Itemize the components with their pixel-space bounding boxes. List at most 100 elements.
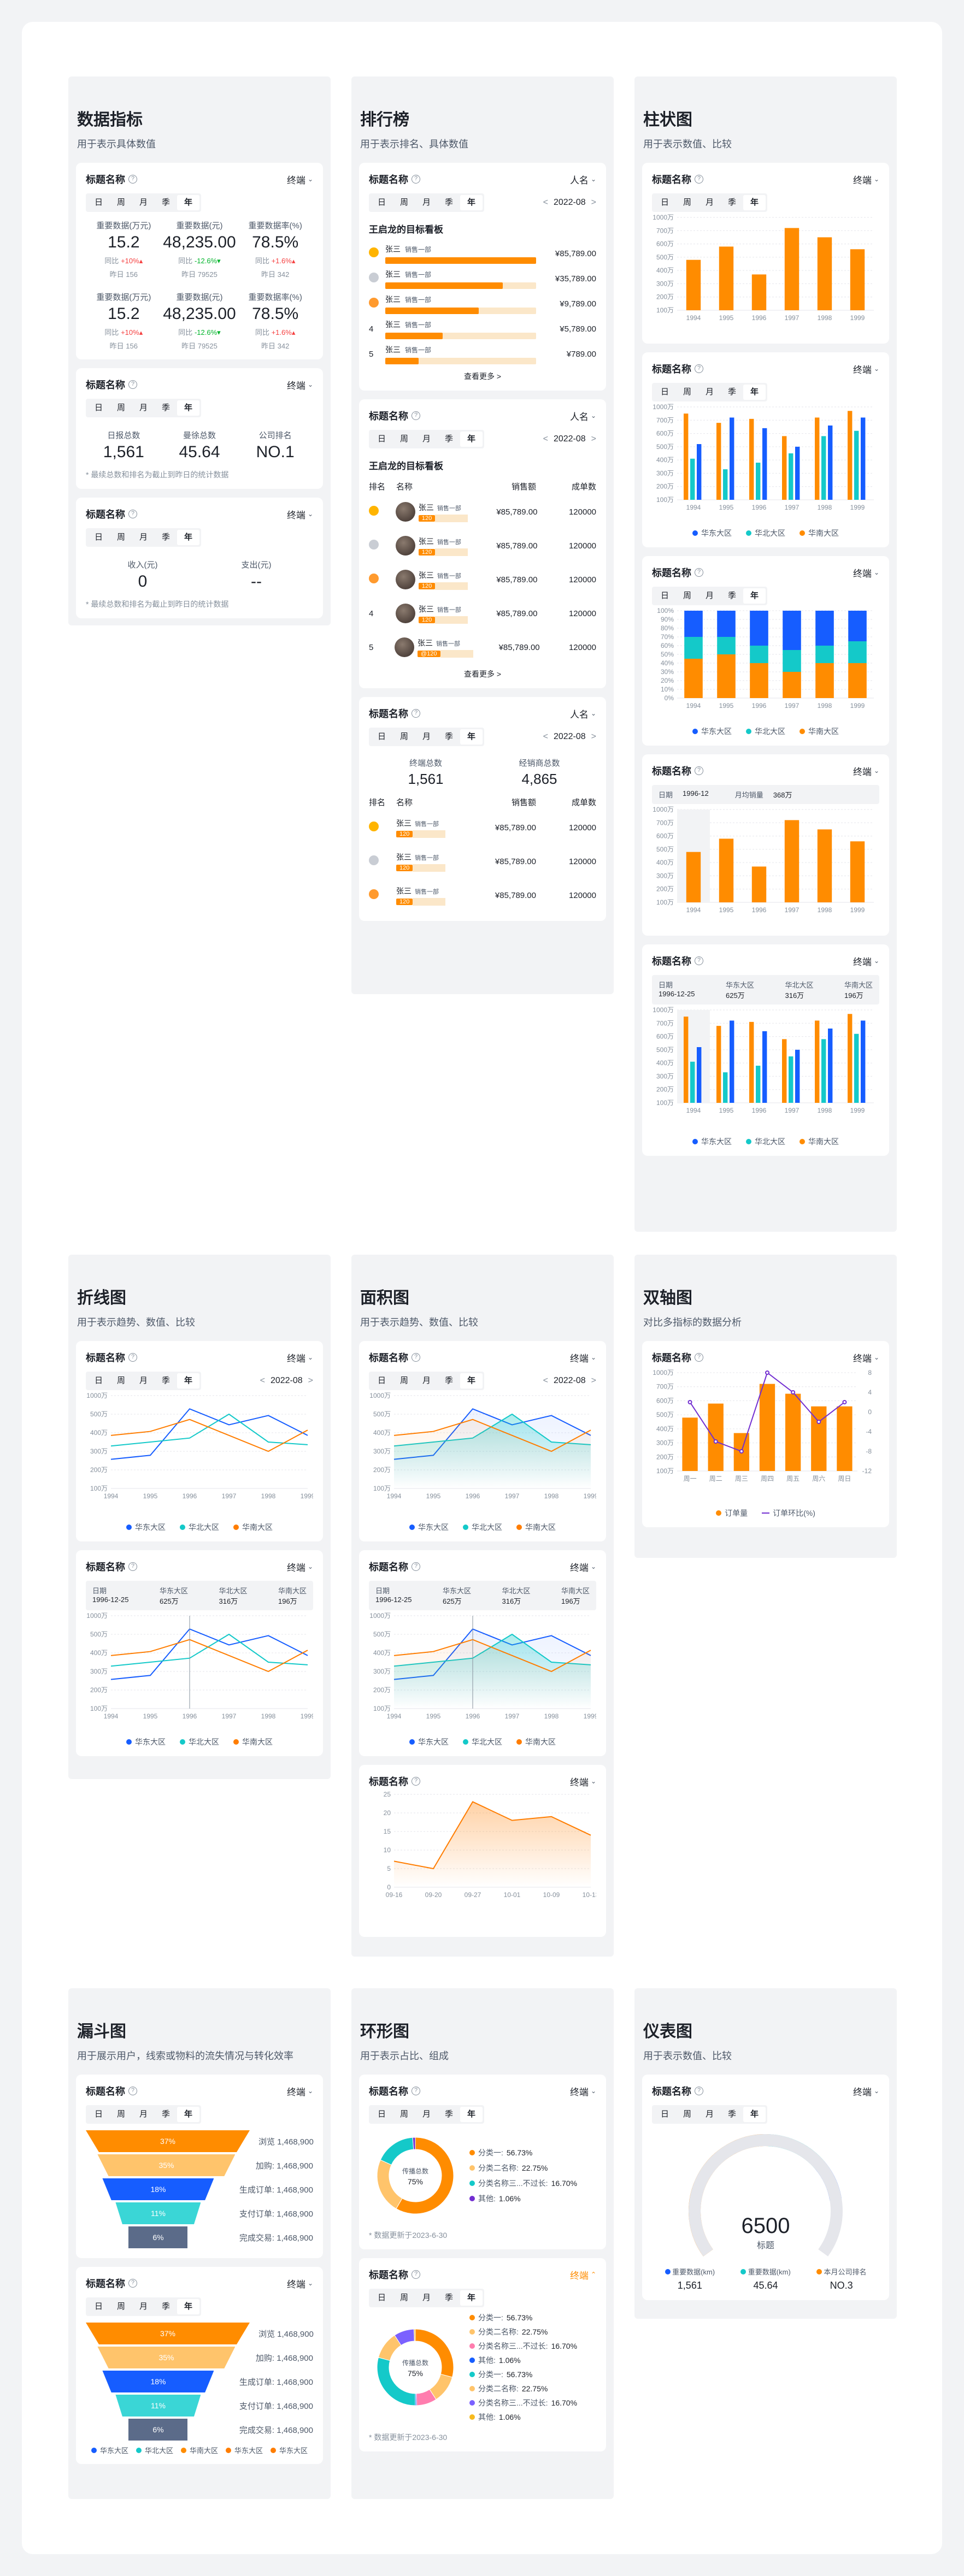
help-icon[interactable]: ? bbox=[695, 568, 703, 577]
next-arrow-icon[interactable]: > bbox=[591, 198, 596, 208]
table-row[interactable]: 张三 销售一部 120 ¥85,789.00 120000 bbox=[369, 529, 596, 563]
tab-day[interactable]: 日 bbox=[371, 2290, 393, 2306]
tab-year[interactable]: 年 bbox=[460, 195, 483, 210]
tab-week[interactable]: 周 bbox=[110, 2299, 132, 2314]
legend-item[interactable]: 华南大区 bbox=[516, 1736, 556, 1747]
legend-item[interactable]: 分类名称三...不过长: 16.70% bbox=[469, 2396, 577, 2410]
funnel-step[interactable]: 35% 加购: 1,468,900 bbox=[86, 2345, 313, 2370]
help-icon[interactable]: ? bbox=[128, 2279, 137, 2288]
tab-year[interactable]: 年 bbox=[460, 432, 483, 447]
tab-month[interactable]: 月 bbox=[415, 2107, 438, 2122]
legend-item[interactable]: 华南大区 bbox=[800, 528, 839, 539]
tab-week[interactable]: 周 bbox=[110, 195, 132, 210]
help-icon[interactable]: ? bbox=[412, 2270, 420, 2279]
tab-quarter[interactable]: 季 bbox=[438, 1373, 460, 1389]
tab-day[interactable]: 日 bbox=[87, 530, 110, 545]
tab-month[interactable]: 月 bbox=[132, 2107, 155, 2122]
view-more-link[interactable]: 查看更多 > bbox=[369, 669, 596, 680]
prev-arrow-icon[interactable]: < bbox=[543, 198, 548, 208]
legend-item[interactable]: 分类名称三...不过长: 16.70% bbox=[469, 2176, 577, 2191]
help-icon[interactable]: ? bbox=[695, 175, 703, 184]
legend-item[interactable]: 华南大区 bbox=[516, 1522, 556, 1533]
tab-quarter[interactable]: 季 bbox=[155, 2299, 177, 2314]
tab-quarter[interactable]: 季 bbox=[721, 588, 743, 604]
terminal-dropdown[interactable]: 终端 ⌄ bbox=[287, 2084, 313, 2098]
help-icon[interactable]: ? bbox=[695, 766, 703, 775]
prev-arrow-icon[interactable]: < bbox=[543, 434, 548, 444]
tab-day[interactable]: 日 bbox=[87, 2299, 110, 2314]
tab-month[interactable]: 月 bbox=[698, 385, 721, 400]
tab-week[interactable]: 周 bbox=[676, 195, 698, 210]
table-row[interactable]: 张三 销售一部 120 ¥85,789.00 120000 bbox=[369, 811, 596, 844]
help-icon[interactable]: ? bbox=[128, 1562, 137, 1571]
tab-month[interactable]: 月 bbox=[415, 2290, 438, 2306]
rank-item[interactable]: 张三 销售一部 ¥35,789.00 bbox=[369, 266, 596, 291]
tab-month[interactable]: 月 bbox=[132, 2299, 155, 2314]
tab-quarter[interactable]: 季 bbox=[438, 2107, 460, 2122]
terminal-dropdown[interactable]: 终端 ⌃ bbox=[570, 2268, 596, 2282]
tab-day[interactable]: 日 bbox=[371, 1373, 393, 1389]
table-row[interactable]: 4 张三 销售一部 120 ¥85,789.00 120000 bbox=[369, 596, 596, 630]
terminal-dropdown[interactable]: 终端 ⌄ bbox=[853, 173, 879, 186]
tab-year[interactable]: 年 bbox=[743, 588, 766, 604]
tab-quarter[interactable]: 季 bbox=[721, 195, 743, 210]
legend-item[interactable]: 订单环比(%) bbox=[762, 1508, 815, 1519]
terminal-dropdown[interactable]: 终端 ⌄ bbox=[287, 2277, 313, 2290]
tab-month[interactable]: 月 bbox=[415, 195, 438, 210]
legend-item[interactable]: 其他: 1.06% bbox=[469, 2191, 577, 2206]
legend-item[interactable]: 其他: 1.06% bbox=[469, 2410, 577, 2424]
tab-year[interactable]: 年 bbox=[177, 400, 199, 416]
legend-item[interactable]: 华南大区 bbox=[233, 1736, 273, 1747]
tab-week[interactable]: 周 bbox=[676, 385, 698, 400]
help-icon[interactable]: ? bbox=[412, 709, 420, 718]
rank-item[interactable]: 张三 销售一部 ¥85,789.00 bbox=[369, 241, 596, 266]
tab-month[interactable]: 月 bbox=[415, 1373, 438, 1389]
funnel-step[interactable]: 18% 生成订单: 1,468,900 bbox=[86, 2370, 313, 2394]
terminal-dropdown[interactable]: 终端 ⌄ bbox=[853, 566, 879, 580]
tab-quarter[interactable]: 季 bbox=[721, 2107, 743, 2122]
tab-month[interactable]: 月 bbox=[132, 400, 155, 416]
tab-month[interactable]: 月 bbox=[132, 530, 155, 545]
tab-week[interactable]: 周 bbox=[393, 1373, 415, 1389]
legend-item[interactable]: 华北大区 bbox=[180, 1736, 219, 1747]
legend-item[interactable]: 华东大区 bbox=[692, 528, 732, 539]
tab-week[interactable]: 周 bbox=[393, 432, 415, 447]
funnel-step[interactable]: 11% 支付订单: 1,468,900 bbox=[86, 2394, 313, 2418]
tab-year[interactable]: 年 bbox=[460, 2107, 483, 2122]
view-more-link[interactable]: 查看更多 > bbox=[369, 371, 596, 382]
tab-day[interactable]: 日 bbox=[371, 432, 393, 447]
people-dropdown[interactable]: 人名 ⌄ bbox=[570, 409, 596, 423]
terminal-dropdown[interactable]: 终端 ⌄ bbox=[287, 507, 313, 521]
tab-day[interactable]: 日 bbox=[654, 195, 676, 210]
tab-day[interactable]: 日 bbox=[654, 385, 676, 400]
tab-year[interactable]: 年 bbox=[743, 195, 766, 210]
tab-week[interactable]: 周 bbox=[110, 2107, 132, 2122]
funnel-step[interactable]: 6% 完成交易: 1,468,900 bbox=[86, 2225, 313, 2249]
tab-year[interactable]: 年 bbox=[177, 2107, 199, 2122]
terminal-dropdown[interactable]: 终端 ⌄ bbox=[853, 1351, 879, 1364]
funnel-step[interactable]: 37% 浏览 1,468,900 bbox=[86, 2321, 314, 2345]
terminal-dropdown[interactable]: 终端 ⌄ bbox=[570, 1775, 596, 1788]
legend-item[interactable]: 华东大区 bbox=[226, 2445, 263, 2455]
tab-quarter[interactable]: 季 bbox=[438, 729, 460, 745]
legend-item[interactable]: 华南大区 bbox=[233, 1522, 273, 1533]
help-icon[interactable]: ? bbox=[128, 510, 137, 518]
tab-month[interactable]: 月 bbox=[415, 729, 438, 745]
tab-week[interactable]: 周 bbox=[393, 195, 415, 210]
terminal-dropdown[interactable]: 终端 ⌄ bbox=[287, 1560, 313, 1574]
tab-day[interactable]: 日 bbox=[654, 2107, 676, 2122]
table-row[interactable]: 张三 销售一部 120 ¥85,789.00 120000 bbox=[369, 495, 596, 529]
tab-quarter[interactable]: 季 bbox=[155, 195, 177, 210]
tab-month[interactable]: 月 bbox=[132, 1373, 155, 1389]
funnel-step[interactable]: 11% 支付订单: 1,468,900 bbox=[86, 2201, 313, 2225]
legend-item[interactable]: 华北大区 bbox=[463, 1736, 502, 1747]
legend-item[interactable]: 其他: 1.06% bbox=[469, 2353, 577, 2367]
tab-day[interactable]: 日 bbox=[87, 2107, 110, 2122]
people-dropdown[interactable]: 人名 ⌄ bbox=[570, 173, 596, 186]
tab-quarter[interactable]: 季 bbox=[721, 385, 743, 400]
legend-item[interactable]: 华东大区 bbox=[91, 2445, 128, 2455]
terminal-dropdown[interactable]: 终端 ⌄ bbox=[570, 1351, 596, 1364]
table-row[interactable]: 张三 销售一部 120 ¥85,789.00 120000 bbox=[369, 563, 596, 596]
next-arrow-icon[interactable]: > bbox=[591, 1376, 596, 1386]
help-icon[interactable]: ? bbox=[695, 956, 703, 965]
